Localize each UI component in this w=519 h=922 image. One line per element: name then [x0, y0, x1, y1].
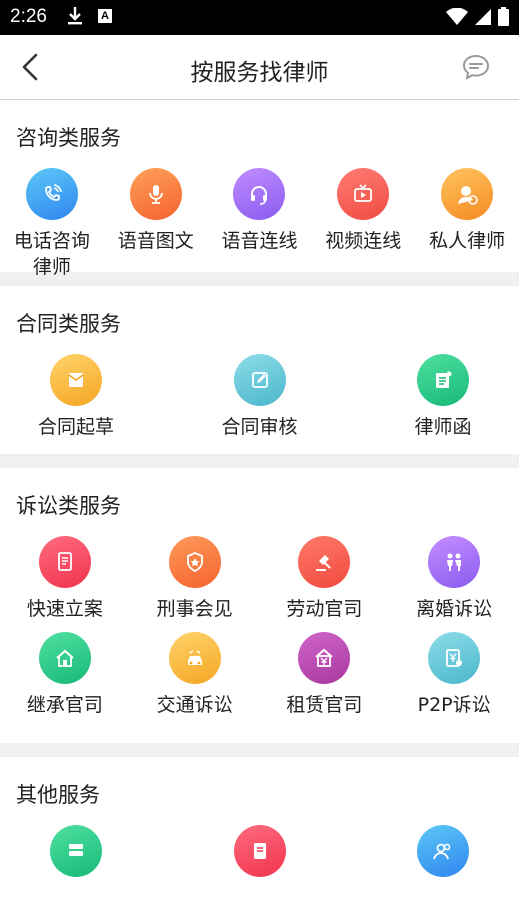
- service-label: 租赁官司: [286, 694, 363, 716]
- service-label: 合同审核: [221, 416, 298, 438]
- phone-icon: [25, 168, 78, 220]
- service-label: 律师函: [414, 416, 472, 438]
- letter-icon: [417, 354, 469, 406]
- service-label: 继承官司: [26, 694, 103, 716]
- section-0: 咨询类服务电话咨询 律师 语音图文 语音连线 视频连线 私人律师: [0, 100, 519, 278]
- headset-icon: [233, 168, 286, 220]
- file-icon: [38, 536, 91, 588]
- service-label: 合同起草: [37, 416, 114, 438]
- server-icon: [50, 825, 102, 877]
- page-title: 按服务找律师: [190, 60, 329, 86]
- rent-icon: [298, 632, 351, 684]
- section-2: 诉讼类服务快速立案 刑事会见 劳动官司 离婚诉讼继承官司 交通诉讼 租赁官司 P2P诉讼: [0, 468, 519, 743]
- service-item[interactable]: [204, 825, 316, 877]
- download-icon: [66, 6, 84, 30]
- signal-icon: [475, 8, 491, 25]
- service-item[interactable]: 私人律师: [415, 168, 519, 280]
- service-row: [0, 825, 519, 877]
- service-item[interactable]: 律师函: [387, 354, 499, 440]
- section-3: 其他服务: [0, 757, 519, 877]
- service-row: 继承官司 交通诉讼 租赁官司 P2P诉讼: [0, 632, 519, 718]
- service-row: 电话咨询 律师 语音图文 语音连线 视频连线 私人律师: [0, 168, 519, 280]
- envelope-icon: [50, 354, 102, 406]
- section-title: 合同类服务: [16, 312, 121, 336]
- service-label: 语音连线: [221, 230, 298, 252]
- wifi-icon: [446, 7, 468, 25]
- system-icons: [446, 7, 509, 26]
- edit-icon: [233, 354, 286, 406]
- document-icon: [233, 825, 286, 877]
- section-divider: [0, 454, 519, 468]
- service-item[interactable]: P2P诉讼: [389, 632, 519, 718]
- service-item[interactable]: 快速立案: [0, 536, 130, 622]
- service-item[interactable]: [387, 825, 499, 877]
- service-item[interactable]: 离婚诉讼: [389, 536, 519, 622]
- car-icon: [168, 632, 221, 684]
- lawyer-icon: [441, 168, 494, 220]
- section-title: 咨询类服务: [16, 126, 121, 150]
- service-item[interactable]: 视频连线: [311, 168, 415, 280]
- service-label: 离婚诉讼: [416, 598, 493, 620]
- service-item[interactable]: 刑事会见: [130, 536, 260, 622]
- service-item[interactable]: 语音连线: [208, 168, 312, 280]
- service-item[interactable]: 劳动官司: [260, 536, 390, 622]
- service-item[interactable]: 合同审核: [204, 354, 316, 440]
- money-icon: [428, 632, 481, 684]
- message-icon[interactable]: [461, 53, 491, 81]
- service-label: 快速立案: [26, 598, 103, 620]
- service-row: 快速立案 刑事会见 劳动官司 离婚诉讼: [0, 536, 519, 622]
- status-bar: 2:26 A: [0, 0, 519, 35]
- service-item[interactable]: 语音图文: [104, 168, 208, 280]
- section-1: 合同类服务合同起草 合同审核 律师函: [0, 286, 519, 454]
- service-list: 咨询类服务电话咨询 律师 语音图文 语音连线 视频连线 私人律师合同类服务合同起草 合同审核…: [0, 100, 519, 877]
- service-row: 合同起草 合同审核 律师函: [0, 354, 519, 440]
- shield-icon: [168, 536, 221, 588]
- service-item[interactable]: [20, 825, 132, 877]
- section-divider: [0, 743, 519, 757]
- status-time: 2:26: [10, 6, 47, 27]
- nav-header: 按服务找律师: [0, 35, 519, 100]
- service-label: P2P诉讼: [417, 694, 491, 716]
- users-icon: [417, 825, 469, 877]
- a-notification-icon: A: [98, 9, 112, 23]
- gavel-icon: [298, 536, 351, 588]
- service-label: 电话咨询 律师: [13, 230, 90, 278]
- service-label: 交通诉讼: [156, 694, 233, 716]
- service-item[interactable]: 电话咨询 律师: [0, 168, 104, 280]
- service-label: 劳动官司: [286, 598, 363, 620]
- service-item[interactable]: 交通诉讼: [130, 632, 260, 718]
- service-label: 视频连线: [325, 230, 402, 252]
- service-label: 语音图文: [117, 230, 194, 252]
- couple-icon: [428, 536, 481, 588]
- service-item[interactable]: 合同起草: [20, 354, 132, 440]
- section-title: 其他服务: [16, 783, 100, 807]
- section-title: 诉讼类服务: [16, 494, 121, 518]
- service-label: 刑事会见: [156, 598, 233, 620]
- microphone-icon: [129, 168, 182, 220]
- tv-icon: [337, 168, 390, 220]
- service-item[interactable]: 继承官司: [0, 632, 130, 718]
- service-item[interactable]: 租赁官司: [260, 632, 390, 718]
- battery-icon: [498, 7, 509, 26]
- house-icon: [38, 632, 91, 684]
- service-label: 私人律师: [429, 230, 506, 252]
